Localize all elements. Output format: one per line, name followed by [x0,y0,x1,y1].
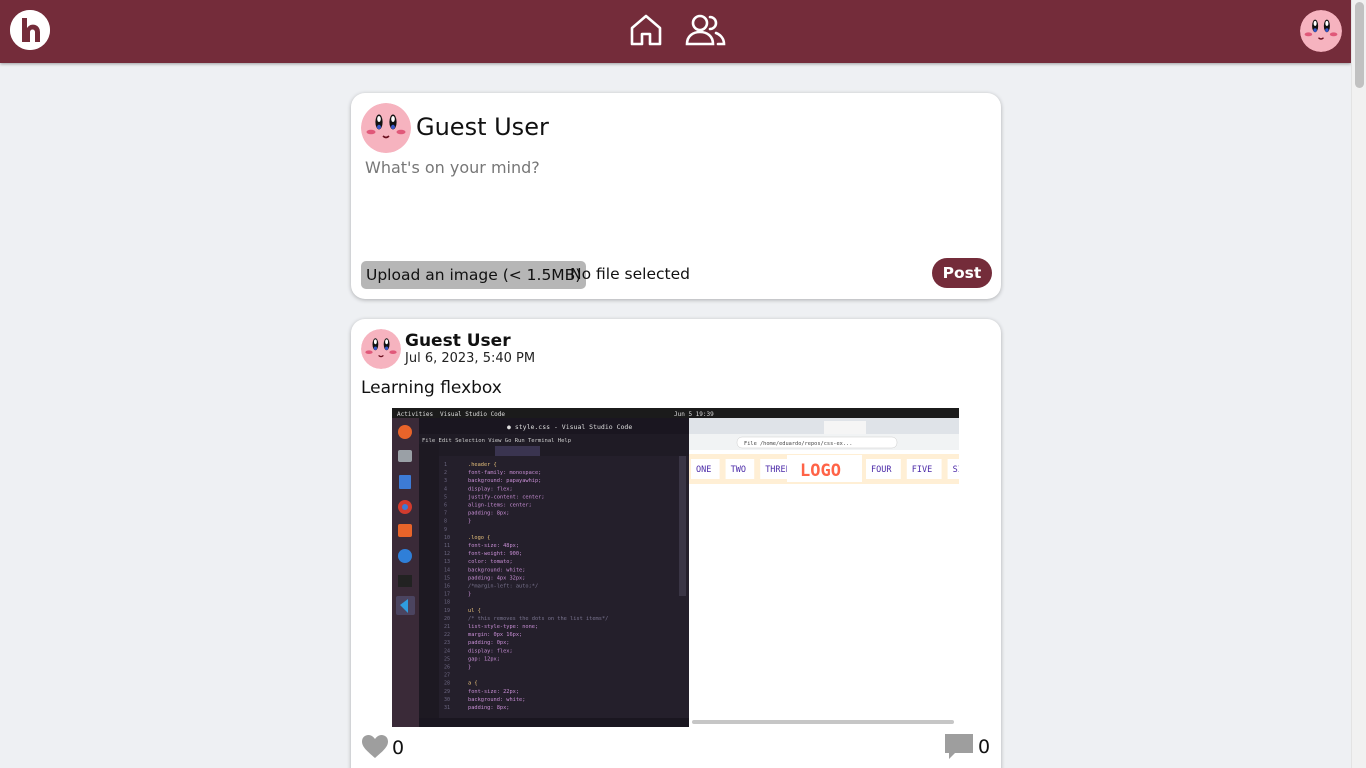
page-scrollbar[interactable] [1351,0,1366,768]
screenshot-code-line: display: flex; [468,648,513,654]
screenshot-line-number: 12 [444,551,450,557]
screenshot-demo-item: FOUR [871,465,892,475]
screenshot-code-line: } [468,592,471,598]
scrollbar-thumb[interactable] [1355,2,1364,88]
avatar[interactable] [1300,10,1342,52]
composer-user-name: Guest User [416,113,549,141]
upload-image-button[interactable]: Upload an image (< 1.5MB) [361,261,587,289]
screenshot-line-number: 1 [444,462,447,468]
like-count: 0 [392,737,405,759]
screenshot-line-number: 8 [444,519,447,525]
screenshot-browser-url: File /home/eduardo/repos/css-ex... [744,441,852,447]
screenshot-line-number: 24 [444,648,450,654]
screenshot-code-line: font-size: 48px; [468,543,519,549]
screenshot-code-line: /*margin-left: auto;*/ [468,584,538,590]
screenshot-line-number: 5 [444,494,447,500]
screenshot-code-line: } [468,665,471,671]
screenshot-code-line: ul { [468,608,481,614]
screenshot-line-number: 17 [444,592,450,598]
screenshot-line-number: 6 [444,503,447,509]
screenshot-line-number: 15 [444,575,450,581]
screenshot-line-number: 29 [444,689,450,695]
screenshot-demo-item: FIVE [912,465,932,475]
screenshot-code-line: background: white; [468,567,525,573]
screenshot-code-line: /* this removes the dots on the list ite… [468,616,608,622]
screenshot-activities: Activities [397,411,434,418]
screenshot-line-number: 10 [444,535,450,541]
screenshot-code-line: background: papayawhip; [468,478,541,484]
screenshot-code-line: padding: 0px; [468,640,509,646]
screenshot-demo-item: THREE [765,465,791,475]
file-status-text: No file selected [570,265,690,283]
screenshot-clock: Jun 5 19:39 [674,411,714,418]
screenshot-code-line: justify-content: center; [468,494,545,500]
users-icon[interactable] [684,12,728,48]
comment-count: 0 [978,736,991,758]
screenshot-code-line: } [468,519,471,525]
screenshot-code-line: padding: 8px; [468,511,509,517]
screenshot-line-number: 22 [444,632,450,638]
screenshot-line-number: 16 [444,584,450,590]
new-post-composer: Guest User Upload an image (< 1.5MB) No … [351,93,1001,299]
screenshot-demo-item: SIX [953,465,959,475]
screenshot-app-name: Visual Studio Code [440,411,505,418]
comment-icon[interactable] [944,732,974,762]
screenshot-line-number: 7 [444,511,447,517]
screenshot-line-number: 31 [444,705,450,711]
screenshot-line-number: 18 [444,600,450,606]
screenshot-code-line: margin: 0px 16px; [468,632,522,638]
post-author-name[interactable]: Guest User [405,331,511,351]
screenshot-editor-menu: File Edit Selection View Go Run Terminal… [422,438,571,444]
screenshot-code-line: align-items: center; [468,503,532,509]
screenshot-code-line: font-size: 22px; [468,689,519,695]
screenshot-line-number: 13 [444,559,450,565]
screenshot-line-number: 23 [444,640,450,646]
screenshot-line-number: 2 [444,470,447,476]
screenshot-code-line: gap: 12px; [468,656,500,662]
screenshot-demo-item: TWO [731,465,746,475]
screenshot-line-number: 30 [444,697,450,703]
post-image[interactable]: Activities Visual Studio Code Jun 5 19:3… [392,408,959,727]
screenshot-code-line: .logo { [468,535,490,541]
screenshot-code-line: a { [468,681,478,687]
post-card: Guest User Jul 6, 2023, 5:40 PM Learning… [351,319,1001,768]
screenshot-line-number: 11 [444,543,450,549]
screenshot-line-number: 28 [444,681,450,687]
screenshot-code-line: font-weight: 900; [468,551,522,557]
post-body-text: Learning flexbox [361,378,502,398]
screenshot-line-number: 4 [444,486,447,492]
post-text-input[interactable] [361,155,991,255]
screenshot-line-number: 27 [444,673,450,679]
avatar [361,103,411,153]
screenshot-code-line: padding: 8px; [468,705,509,711]
h-logo-icon[interactable] [10,10,50,50]
post-timestamp: Jul 6, 2023, 5:40 PM [405,351,536,366]
screenshot-code-line: background: white; [468,697,525,703]
screenshot-demo-logo: LOGO [800,461,841,481]
top-nav-bar [0,0,1351,63]
heart-icon[interactable] [361,733,389,761]
screenshot-code-line: font-family: monospace; [468,470,541,476]
screenshot-demo-item: ONE [696,465,711,475]
screenshot-code-line: color: tomato; [468,559,513,565]
screenshot-code-line: padding: 4px 32px; [468,575,525,581]
screenshot-code-line: list-style-type: none; [468,624,538,630]
avatar[interactable] [361,329,401,369]
screenshot-line-number: 14 [444,567,450,573]
screenshot-line-number: 26 [444,665,450,671]
post-button[interactable]: Post [932,258,992,288]
screenshot-line-number: 20 [444,616,450,622]
screenshot-line-number: 3 [444,478,447,484]
screenshot-editor-title: ● style.css - Visual Studio Code [507,423,632,431]
screenshot-line-number: 9 [444,527,447,533]
screenshot-line-number: 21 [444,624,450,630]
screenshot-code-line: display: flex; [468,486,513,492]
screenshot-line-number: 19 [444,608,450,614]
screenshot-code-line: .header { [468,462,497,468]
screenshot-line-number: 25 [444,656,450,662]
home-icon[interactable] [628,12,664,48]
